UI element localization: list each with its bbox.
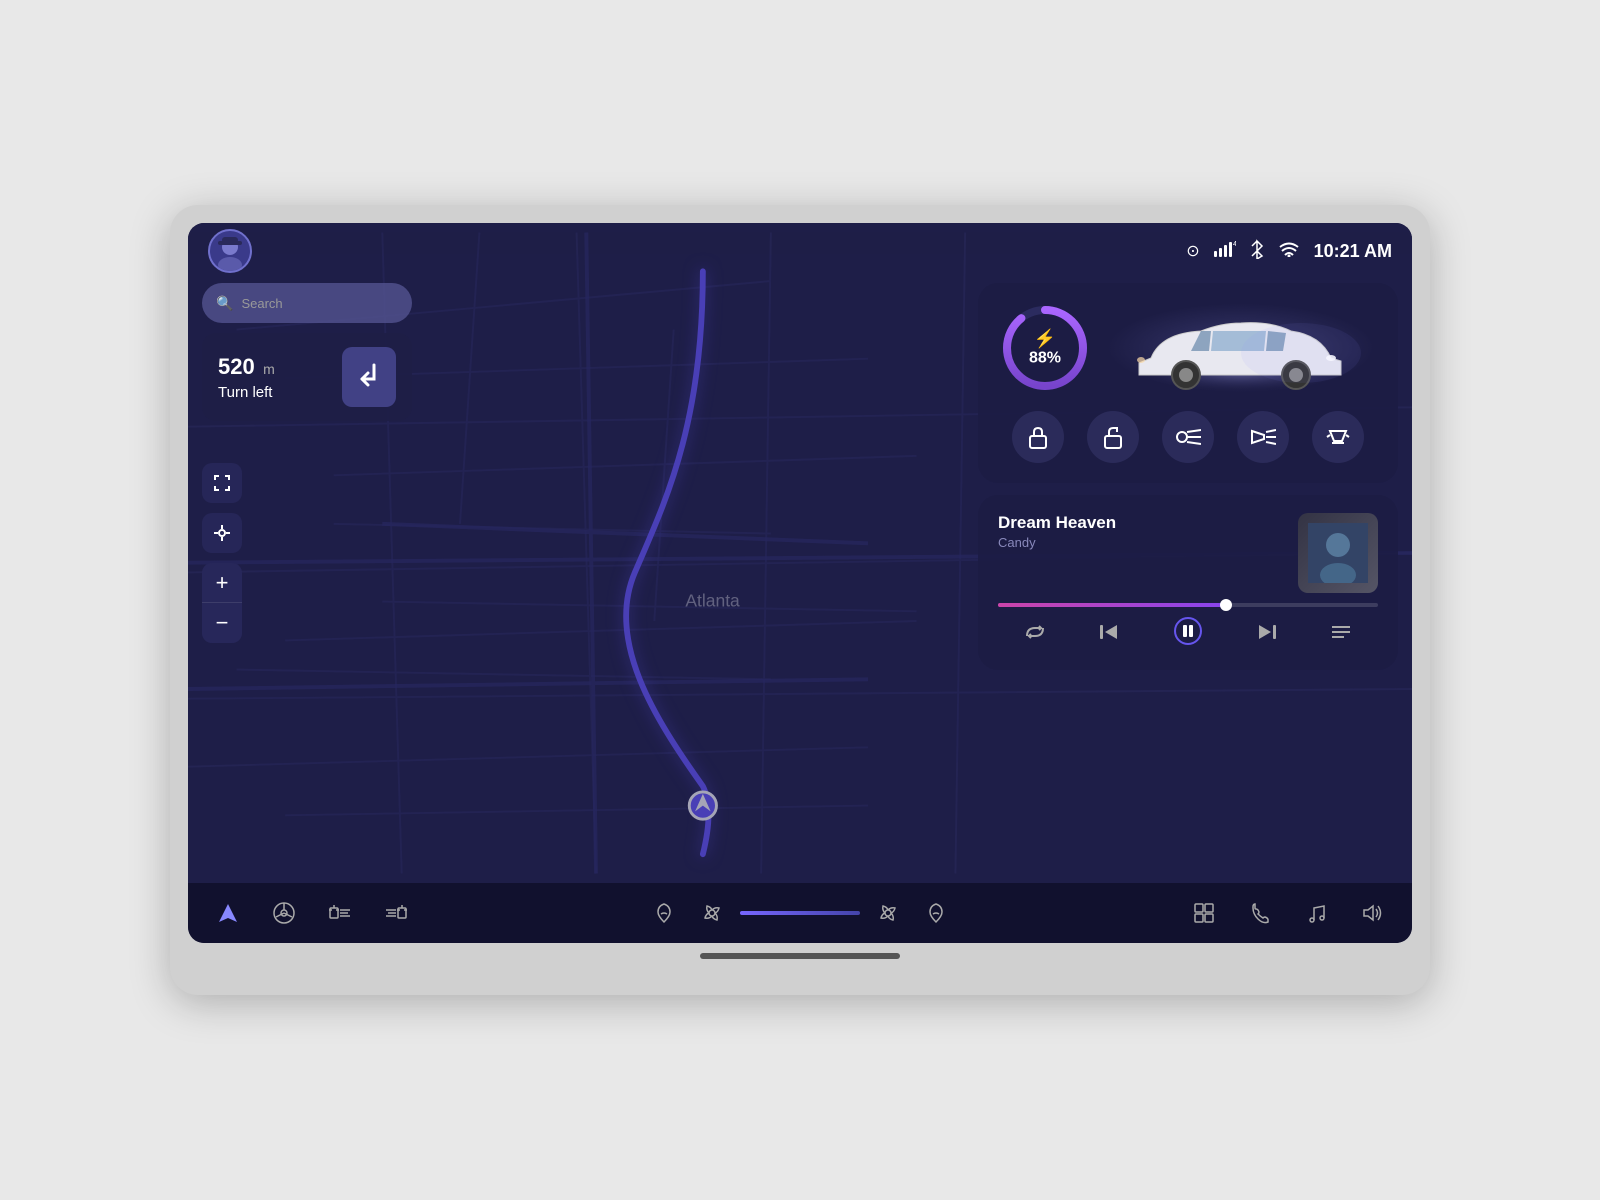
vehicle-controls	[1000, 411, 1376, 463]
zoom-in-button[interactable]: +	[202, 563, 242, 603]
right-panel: ⚡ 88%	[978, 283, 1398, 670]
left-panel: 🔍 Search 520 m Turn left	[202, 283, 412, 421]
status-icons: ⊙ 4G	[1186, 239, 1392, 264]
battery-ring: ⚡ 88%	[1000, 303, 1090, 393]
nav-distance: 520	[218, 354, 255, 379]
next-button[interactable]	[1255, 622, 1277, 648]
signal-icon: 4G	[1214, 241, 1236, 262]
search-bar[interactable]: 🔍 Search	[202, 283, 412, 323]
camera-status-icon: ⊙	[1186, 241, 1199, 261]
heat-left-icon[interactable]	[644, 893, 684, 933]
bottom-center-climate	[436, 893, 1164, 933]
heat-rear-button[interactable]	[370, 887, 422, 939]
battery-lightning-icon: ⚡	[1029, 329, 1061, 350]
song-title: Dream Heaven	[998, 513, 1116, 533]
repeat-button[interactable]	[1024, 623, 1046, 647]
lock-button[interactable]	[1012, 411, 1064, 463]
top-bar: ⊙ 4G	[188, 223, 1412, 279]
search-icon: 🔍	[216, 295, 233, 312]
fan-speed-slider[interactable]	[740, 911, 860, 915]
navigation-button[interactable]	[202, 887, 254, 939]
music-card: Dream Heaven Candy	[978, 495, 1398, 670]
headlight-button[interactable]	[1237, 411, 1289, 463]
fan-right-button[interactable]	[868, 893, 908, 933]
heat-front-button[interactable]	[314, 887, 366, 939]
device-frame: Atlanta ⊙	[170, 205, 1430, 995]
playlist-button[interactable]	[1330, 623, 1352, 647]
music-controls	[998, 617, 1378, 652]
music-button[interactable]	[1290, 887, 1342, 939]
turn-arrow-icon	[342, 347, 396, 407]
unlock-button[interactable]	[1087, 411, 1139, 463]
interior-light-button[interactable]	[1312, 411, 1364, 463]
vehicle-card: ⚡ 88%	[978, 283, 1398, 483]
steering-button[interactable]	[258, 887, 310, 939]
album-art	[1298, 513, 1378, 593]
volume-button[interactable]	[1346, 887, 1398, 939]
fan-left-button[interactable]	[692, 893, 732, 933]
search-placeholder: Search	[241, 296, 282, 311]
svg-text:Atlanta: Atlanta	[685, 590, 740, 610]
phone-button[interactable]	[1234, 887, 1286, 939]
nav-instruction: Turn left	[218, 384, 275, 401]
bluetooth-icon	[1250, 239, 1264, 264]
avatar[interactable]	[208, 229, 252, 273]
svg-text:4G: 4G	[1233, 241, 1236, 248]
heat-right-icon[interactable]	[916, 893, 956, 933]
battery-percent: 88%	[1029, 350, 1061, 367]
progress-fill	[998, 603, 1226, 607]
wifi-icon	[1278, 241, 1300, 262]
progress-bar[interactable]	[998, 603, 1378, 607]
expand-map-button[interactable]	[202, 463, 242, 503]
progress-dot	[1220, 599, 1232, 611]
clock: 10:21 AM	[1314, 241, 1392, 262]
map-controls: + −	[202, 463, 242, 643]
zoom-out-button[interactable]: −	[202, 603, 242, 643]
prev-button[interactable]	[1099, 622, 1121, 648]
recenter-button[interactable]	[202, 513, 242, 553]
apps-button[interactable]	[1178, 887, 1230, 939]
home-bar	[700, 953, 900, 959]
bottom-bar	[188, 883, 1412, 943]
screen: Atlanta ⊙	[188, 223, 1412, 943]
navigation-card: 520 m Turn left	[202, 333, 412, 421]
song-artist: Candy	[998, 535, 1116, 550]
pause-button[interactable]	[1174, 617, 1202, 652]
car-image	[1106, 303, 1376, 393]
highbeam-button[interactable]	[1162, 411, 1214, 463]
bottom-right-controls	[1164, 887, 1412, 939]
bottom-left-controls	[188, 887, 436, 939]
nav-unit: m	[263, 361, 275, 377]
zoom-controls: + −	[202, 563, 242, 643]
